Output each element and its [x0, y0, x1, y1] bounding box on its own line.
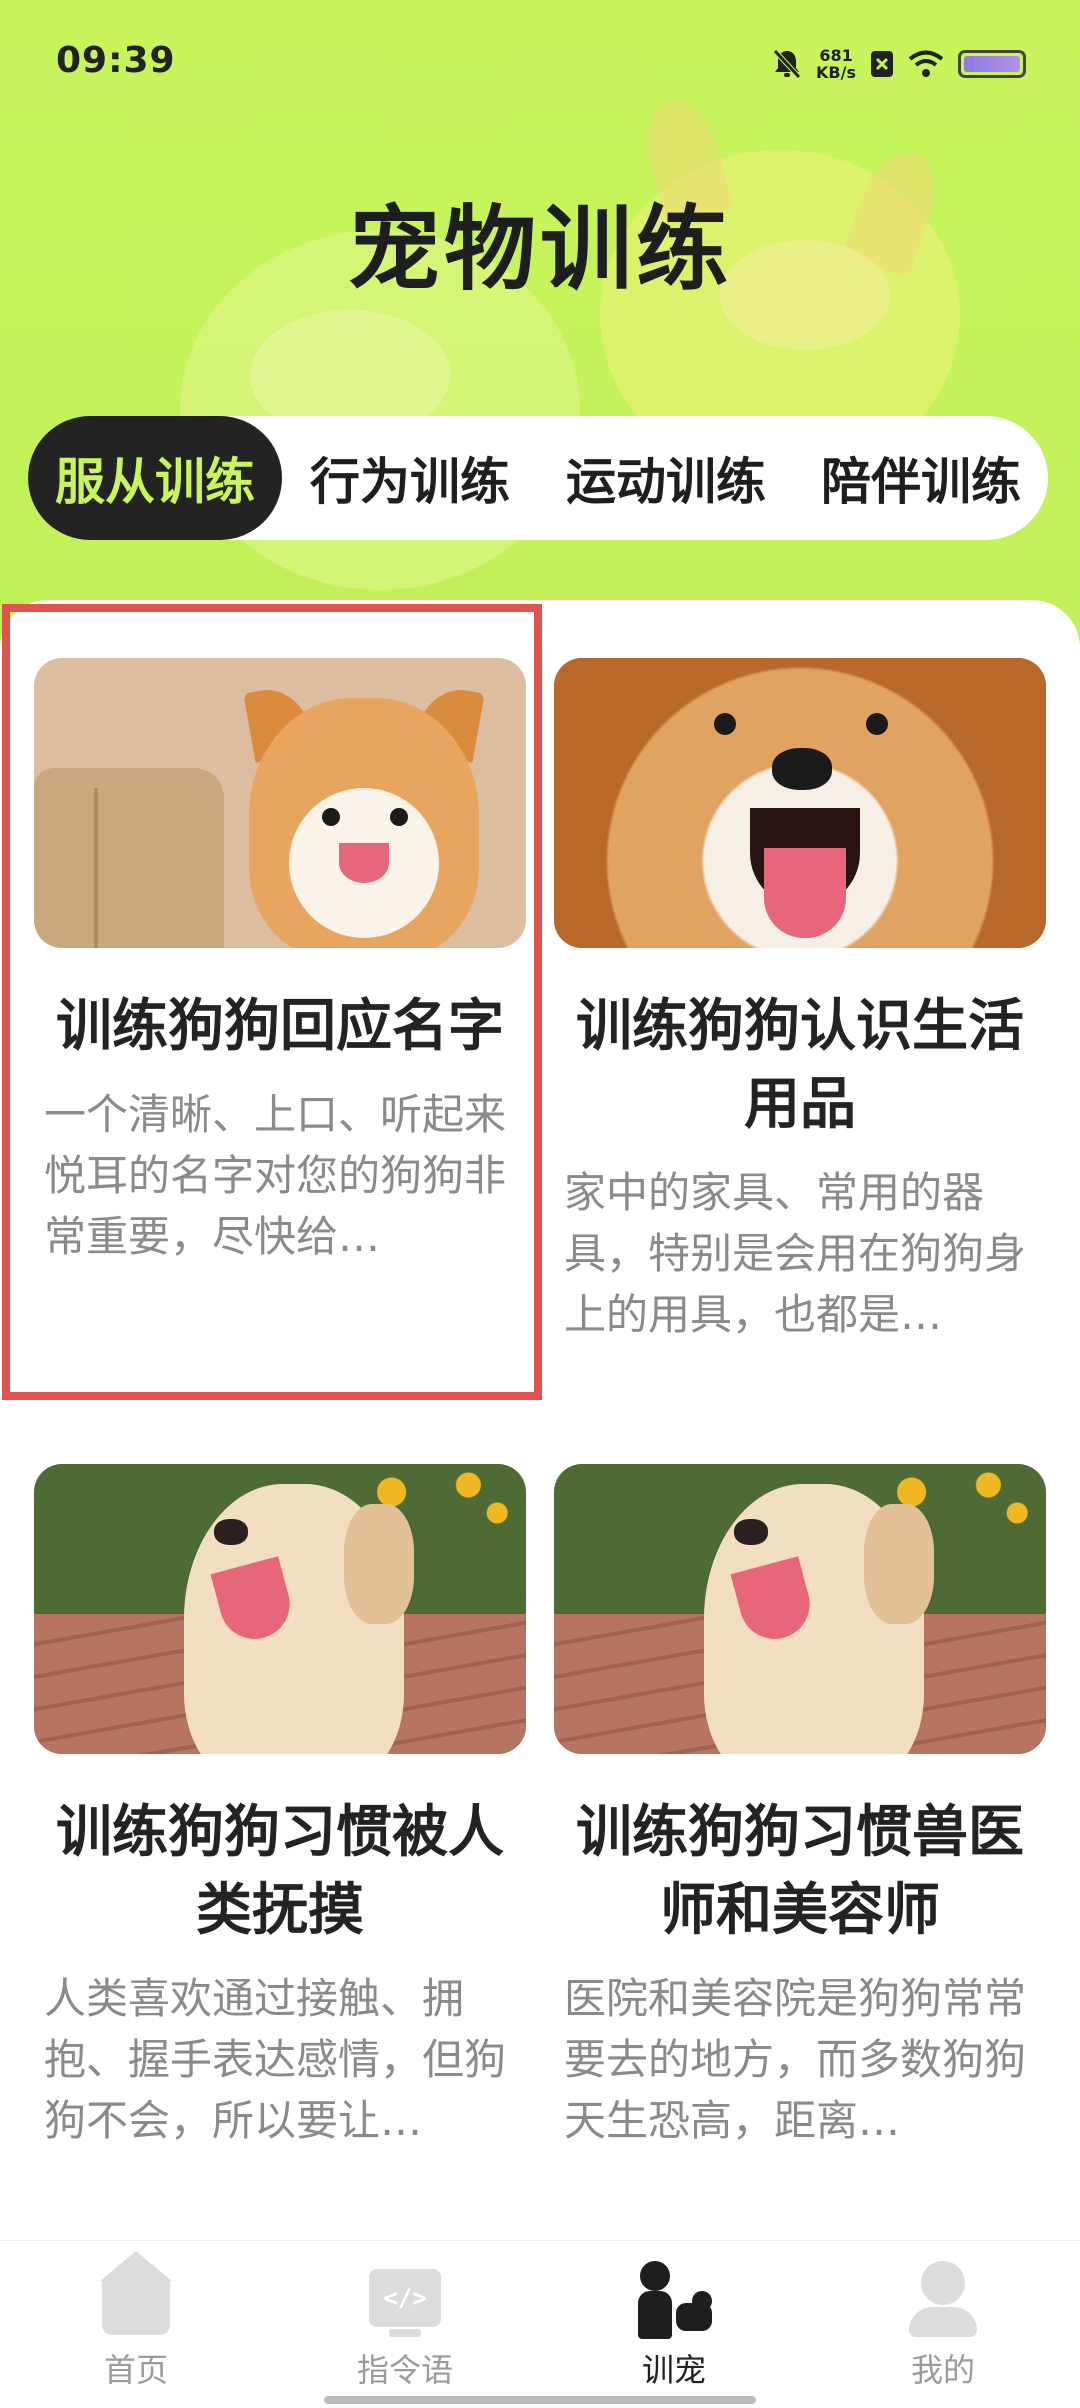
- mute-icon: [773, 49, 801, 79]
- sim-icon: [871, 51, 893, 77]
- home-indicator[interactable]: [324, 2396, 756, 2404]
- nav-label: 我的: [910, 2351, 975, 2389]
- page-title: 宠物训练: [347, 196, 732, 303]
- nav-home[interactable]: 首页: [36, 2251, 236, 2391]
- card-title: 训练狗狗认识生活用品: [576, 994, 1024, 1137]
- training-card[interactable]: 训练狗狗习惯被人类抚摸 人类喜欢通过接触、拥抱、握手表达感情，但狗狗不会，所以要…: [34, 1464, 526, 2151]
- training-card[interactable]: 训练狗狗习惯兽医师和美容师 医院和美容院是狗狗常常要去的地方，而多数狗狗天生恐高…: [554, 1464, 1046, 2151]
- card-description: 医院和美容院是狗狗常常要去的地方，而多数狗狗天生恐高，距离…: [564, 1974, 1027, 2145]
- nav-label: 首页: [103, 2351, 168, 2389]
- tab-companion-training[interactable]: 陪伴训练: [794, 416, 1048, 540]
- user-icon: [903, 2261, 983, 2337]
- person-walking-dog-icon: [634, 2261, 714, 2339]
- home-icon: [96, 2251, 176, 2337]
- status-icons: 681 KB/s: [772, 44, 1026, 84]
- tab-behavior-training[interactable]: 行为训练: [282, 416, 538, 540]
- card-image: [34, 1464, 526, 1754]
- training-card[interactable]: 训练狗狗回应名字 一个清晰、上口、听起来悦耳的名字对您的狗狗非常重要，尽快给…: [34, 658, 526, 1267]
- card-title: 训练狗狗习惯兽医师和美容师: [576, 1800, 1024, 1943]
- category-tabs: 服从训练 行为训练 运动训练 陪伴训练: [28, 416, 1048, 540]
- wifi-icon: [908, 50, 944, 77]
- card-title: 训练狗狗回应名字: [56, 994, 504, 1059]
- nav-profile[interactable]: 我的: [843, 2261, 1043, 2391]
- card-image: [554, 658, 1046, 948]
- card-description: 一个清晰、上口、听起来悦耳的名字对您的狗狗非常重要，尽快给…: [44, 1090, 507, 1261]
- tab-obedience-training[interactable]: 服从训练: [28, 416, 282, 540]
- card-description: 家中的家具、常用的器具，特别是会用在狗狗身上的用具，也都是…: [564, 1168, 1027, 1339]
- card-title: 训练狗狗习惯被人类抚摸: [56, 1800, 504, 1943]
- nav-pet-training[interactable]: 训宠: [574, 2261, 774, 2391]
- card-description: 人类喜欢通过接触、拥抱、握手表达感情，但狗狗不会，所以要让…: [44, 1974, 507, 2145]
- net-speed-value: 681: [819, 46, 853, 65]
- nav-label: 训宠: [641, 2351, 706, 2389]
- nav-commands[interactable]: </> 指令语: [305, 2261, 505, 2391]
- battery-icon: [958, 50, 1026, 78]
- code-screen-icon: </>: [365, 2261, 445, 2337]
- card-image: [34, 658, 526, 948]
- net-speed: 681 KB/s: [816, 47, 856, 81]
- nav-label: 指令语: [356, 2351, 453, 2389]
- tab-exercise-training[interactable]: 运动训练: [538, 416, 794, 540]
- bottom-nav: 首页 </> 指令语 训宠 我的: [0, 2240, 1080, 2408]
- status-time: 09:39: [56, 40, 176, 81]
- status-bar: 09:39 681 KB/s: [0, 0, 1080, 120]
- training-card[interactable]: 训练狗狗认识生活用品 家中的家具、常用的器具，特别是会用在狗狗身上的用具，也都是…: [554, 658, 1046, 1345]
- card-image: [554, 1464, 1046, 1754]
- net-speed-unit: KB/s: [816, 63, 856, 82]
- battery-level: [964, 56, 1020, 72]
